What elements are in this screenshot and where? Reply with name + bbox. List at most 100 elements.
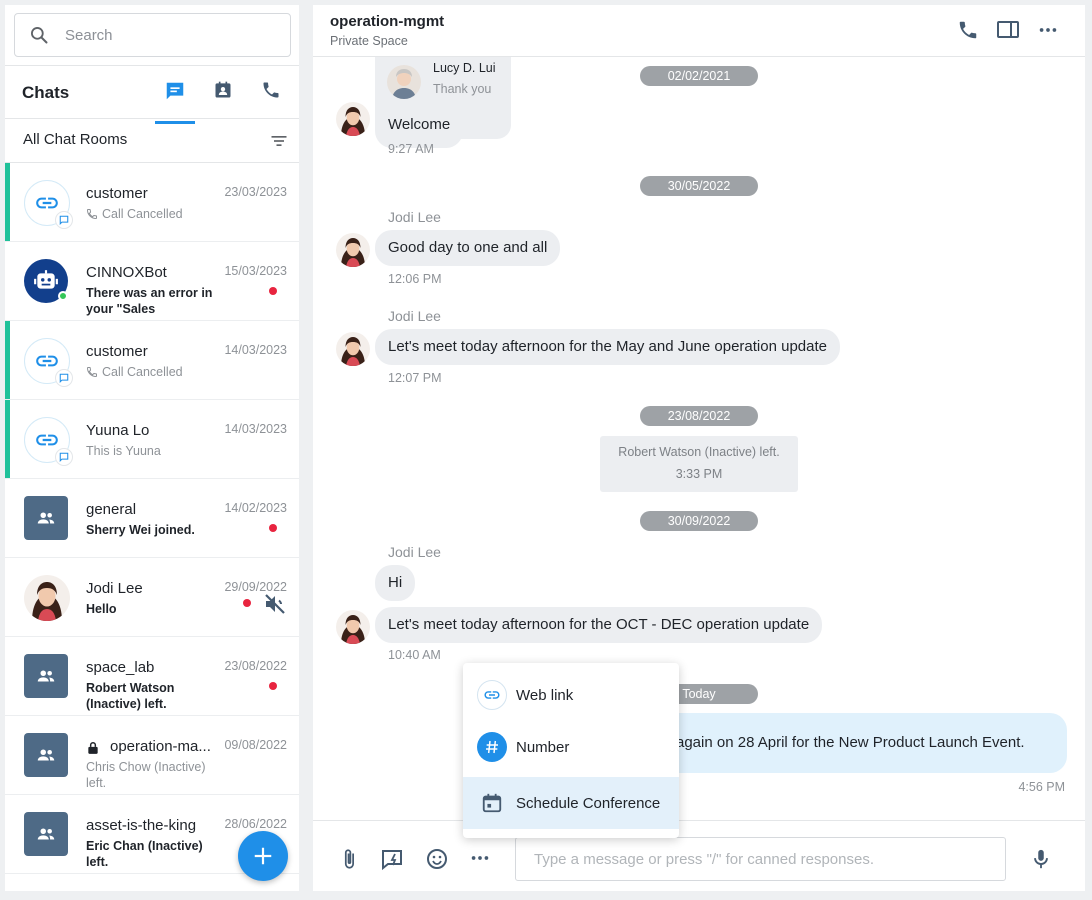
unread-dot [243,599,251,607]
chat-list-item[interactable]: CINNOXBot There was an error in your "Sa… [5,242,299,321]
chat-list-item[interactable]: operation-ma... Chris Chow (Inactive) le… [5,716,299,795]
quoted-text: Thank you [433,82,492,96]
message-bubble: Let's meet today afternoon for the May a… [375,329,840,365]
chat-sidebar: Chats All Chat Rooms customer Ca [5,5,299,891]
search-box[interactable] [14,13,291,57]
lock-icon [88,742,98,754]
side-panel-icon[interactable] [996,19,1020,41]
conversation-title: operation-mgmt [330,13,445,30]
menu-item-web-link[interactable]: Web link [463,669,679,721]
chat-name: asset-is-the-king [86,817,197,834]
chat-list-item[interactable]: Jodi Lee Hello 29/09/2022 [5,558,299,637]
attachment-menu: Web link Number Schedule Conference [463,663,679,838]
tab-chats[interactable] [155,80,195,124]
group-icon [37,749,55,761]
chat-date: 23/03/2023 [224,185,287,199]
message-bubble: Good day to one and all [375,230,561,266]
chat-preview: Eric Chan (Inactive) left. [86,839,203,869]
quoted-message: Lucy D. Lui Thank you [387,57,511,109]
conversation-subtitle: Private Space [330,34,408,48]
phone-icon [263,82,279,98]
call-cancelled-icon [86,209,97,220]
system-message-time: 3:33 PM [675,467,723,481]
chat-small-icon [59,452,69,462]
filter-icon[interactable] [269,131,289,151]
call-icon[interactable] [957,19,979,41]
chat-list-item[interactable]: customer Call Cancelled 14/03/2023 [5,321,299,400]
message-list: Lucy D. Lui Thank you 02/02/2021 Welcome… [313,57,1085,820]
chat-name: customer [86,343,148,360]
menu-item-label: Schedule Conference [516,794,661,812]
menu-item-schedule-conference[interactable]: Schedule Conference [463,777,679,829]
message-time: 9:27 AM [388,142,434,156]
canned-response-icon[interactable] [380,847,404,871]
search-input[interactable] [65,26,265,44]
date-separator: 30/09/2022 [640,511,758,531]
chat-preview: Call Cancelled [86,206,216,222]
menu-item-label: Web link [516,686,574,704]
link-icon [36,355,58,367]
date-separator: 23/08/2022 [640,406,758,426]
chats-title: Chats [22,83,70,102]
menu-item-label: Number [516,738,570,756]
avatar [24,417,73,466]
system-message: Robert Watson (Inactive) left. 3:33 PM [600,436,798,492]
search-icon [31,27,48,44]
new-chat-button[interactable] [238,831,288,881]
message-bubble: Let's meet today afternoon for the OCT -… [375,607,823,643]
sender-name: Jodi Lee [388,308,441,324]
unread-dot [269,682,277,690]
chat-list-item[interactable]: customer Call Cancelled 23/03/2023 [5,163,299,242]
tab-calls[interactable] [251,80,291,120]
conversation-header: operation-mgmt Private Space [313,5,1085,57]
all-chat-rooms-label: All Chat Rooms [23,131,128,148]
more-actions-icon[interactable] [469,847,491,869]
chat-name: customer [86,185,148,202]
group-icon [37,828,55,840]
microphone-icon[interactable] [1030,847,1052,871]
system-message-text: Robert Watson (Inactive) left. [618,445,780,459]
avatar [24,338,73,387]
user-avatar-jodi-lee [24,575,70,621]
chat-name: space_lab [86,659,155,676]
date-separator: 02/02/2021 [640,66,758,86]
avatar [24,496,70,542]
chat-date: 23/08/2022 [224,659,287,673]
chat-room-filter-bar: All Chat Rooms [5,119,299,163]
chat-small-icon [59,373,69,383]
chat-date: 14/03/2023 [224,422,287,436]
message-time: 10:40 AM [388,648,441,662]
sender-name: Jodi Lee [388,544,441,560]
chats-header: Chats [5,65,299,124]
chat-preview: Robert Watson (Inactive) left. [86,681,175,711]
avatar [24,733,70,779]
quoted-avatar [387,65,421,99]
chat-list-item[interactable]: Yuuna Lo This is Yuuna 14/03/2023 [5,400,299,479]
quoted-sender: Lucy D. Lui [433,61,496,75]
unread-dot [269,287,277,295]
chat-preview: Chris Chow (Inactive) left. [86,760,206,790]
more-options-icon[interactable] [1037,19,1059,41]
chat-preview: This is Yuuna [86,444,161,458]
sender-avatar [336,332,370,366]
chat-date: 09/08/2022 [224,738,287,752]
menu-item-number[interactable]: Number [463,721,679,773]
group-icon [37,512,55,524]
message-input[interactable] [515,837,1006,881]
avatar [24,259,70,305]
message-time: 4:56 PM [1018,780,1065,794]
sender-avatar [336,102,370,136]
chat-name: general [86,501,137,518]
call-cancelled-icon [86,367,97,378]
chat-list: customer Call Cancelled 23/03/2023 CINNO… [5,163,299,874]
chat-name: Yuuna Lo [86,422,150,439]
hash-icon [477,732,507,762]
chat-list-item[interactable]: general Sherry Wei joined. 14/02/2023 [5,479,299,558]
tab-contacts[interactable] [203,80,243,120]
chat-list-item[interactable]: space_lab Robert Watson (Inactive) left.… [5,637,299,716]
attach-icon[interactable] [338,847,360,871]
group-icon [37,670,55,682]
emoji-icon[interactable] [425,847,449,871]
avatar [24,654,70,700]
message-composer [313,820,1085,891]
